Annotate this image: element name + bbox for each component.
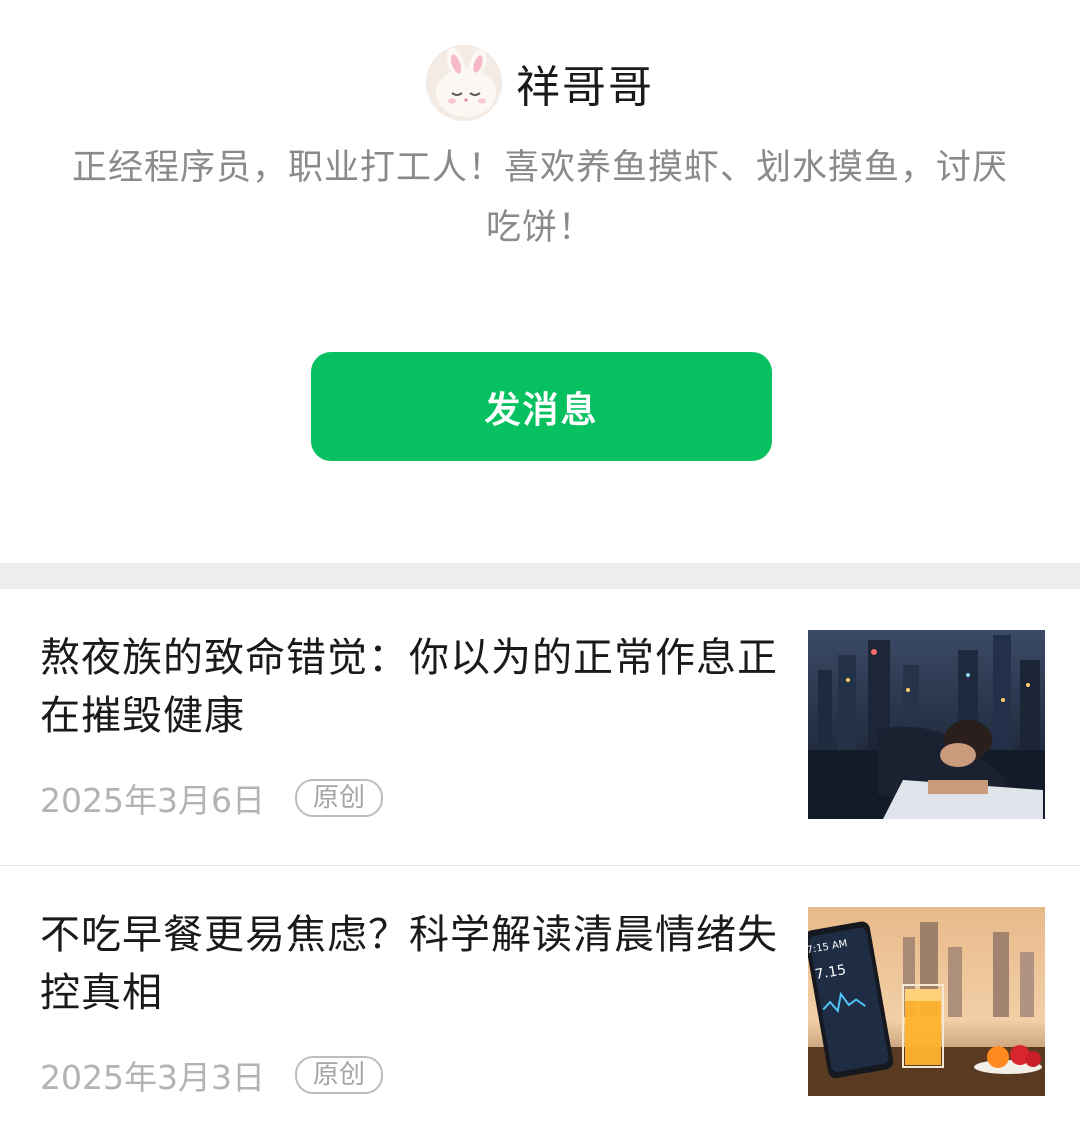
article-meta: 2025年3月3日 原创 bbox=[40, 1051, 383, 1099]
article-meta: 2025年3月6日 原创 bbox=[40, 774, 383, 822]
section-divider bbox=[0, 563, 1080, 589]
profile-bio: 正经程序员，职业打工人！喜欢养鱼摸虾、划水摸鱼，讨厌吃饼！ bbox=[71, 148, 1008, 248]
send-message-button[interactable]: 发消息 bbox=[311, 352, 772, 461]
original-badge: 原创 bbox=[294, 779, 383, 817]
article-title[interactable]: 不吃早餐更易焦虑？科学解读清晨情绪失控真相 bbox=[40, 906, 780, 1022]
avatar[interactable] bbox=[426, 45, 502, 121]
article-thumbnail[interactable] bbox=[808, 630, 1045, 819]
original-badge: 原创 bbox=[294, 1056, 383, 1094]
article-date: 2025年3月3日 bbox=[40, 1058, 265, 1097]
article-title[interactable]: 熬夜族的致命错觉：你以为的正常作息正在摧毁健康 bbox=[40, 629, 780, 745]
article-date: 2025年3月6日 bbox=[40, 781, 265, 820]
article-thumbnail[interactable]: 7:15 AM 7.15 bbox=[808, 907, 1045, 1096]
bunny-avatar-icon bbox=[426, 45, 502, 121]
article-item[interactable]: 不吃早餐更易焦虑？科学解读清晨情绪失控真相 2025年3月3日 原创 7:15 … bbox=[0, 866, 1080, 1131]
profile-name: 祥哥哥 bbox=[516, 62, 654, 113]
man-sleeping-at-desk-icon bbox=[808, 630, 1045, 819]
phone-and-orange-juice-icon: 7:15 AM 7.15 bbox=[808, 907, 1045, 1096]
profile-header: 祥哥哥 正经程序员，职业打工人！喜欢养鱼摸虾、划水摸鱼，讨厌吃饼！ 发消息 bbox=[0, 0, 1080, 563]
article-item[interactable]: 熬夜族的致命错觉：你以为的正常作息正在摧毁健康 2025年3月6日 原创 bbox=[0, 589, 1080, 865]
profile-name-row: 祥哥哥 bbox=[0, 38, 1080, 128]
